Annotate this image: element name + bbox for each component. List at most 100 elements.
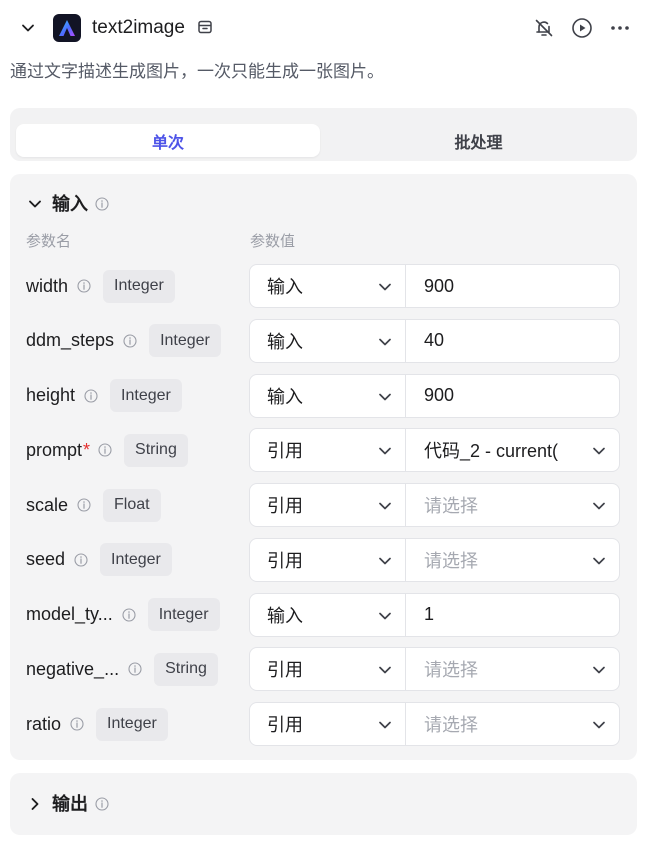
param-name: ratio Integer — [26, 702, 168, 746]
chevron-down-icon — [591, 553, 607, 569]
param-mode-label: 引用 — [267, 441, 303, 462]
store-button[interactable] — [196, 18, 214, 36]
chevron-down-icon — [377, 662, 393, 678]
input-section-toggle[interactable]: 输入 — [26, 192, 109, 216]
chevron-down-icon — [22, 24, 34, 32]
chevron-down-icon — [591, 443, 607, 459]
collapse-button[interactable] — [16, 16, 40, 40]
param-row: scale Float 引用 请选择 — [10, 483, 637, 527]
info-icon[interactable] — [77, 279, 91, 293]
param-row: prompt * String 引用 代码_2 - current( — [10, 428, 637, 473]
info-icon[interactable] — [74, 553, 88, 567]
param-row: width Integer 输入 900 — [10, 264, 637, 308]
param-value: 代码_2 - current( — [424, 441, 559, 462]
chevron-down-icon — [377, 498, 393, 514]
chevron-down-icon — [591, 717, 607, 733]
app-logo-icon — [59, 20, 75, 36]
param-value-input[interactable]: 1 — [406, 592, 620, 637]
param-value: 1 — [424, 604, 435, 624]
param-mode-select[interactable]: 引用 — [249, 428, 406, 473]
chevron-down-icon — [377, 279, 393, 295]
output-section-title: 输出 — [52, 794, 88, 814]
param-value-select[interactable]: 请选择 — [406, 537, 620, 582]
param-row: seed Integer 引用 请选择 — [10, 537, 637, 582]
info-icon[interactable] — [123, 334, 137, 348]
param-name-label: height — [26, 385, 76, 405]
tab-batch[interactable]: 批处理 — [326, 124, 631, 157]
param-placeholder: 请选择 — [424, 550, 478, 571]
param-mode-label: 输入 — [267, 386, 303, 407]
param-value-select[interactable]: 请选择 — [406, 483, 620, 527]
chevron-down-icon — [591, 662, 607, 678]
param-mode-select[interactable]: 引用 — [249, 647, 406, 692]
param-name-label: width — [26, 275, 69, 296]
param-value-select[interactable]: 代码_2 - current( — [406, 428, 620, 473]
param-name-header: 参数名 — [26, 233, 72, 250]
param-name-label: model_ty... — [26, 604, 113, 624]
param-value-input[interactable]: 40 — [406, 318, 620, 363]
more-icon — [611, 26, 629, 30]
param-name-label: ddm_steps — [26, 330, 115, 351]
param-name-label: negative_... — [26, 658, 120, 679]
param-value: 40 — [424, 330, 445, 351]
param-type-badge: Integer — [103, 269, 175, 303]
param-row: ratio Integer 引用 请选择 — [10, 702, 637, 746]
param-mode-select[interactable]: 引用 — [249, 702, 406, 746]
param-mode-select[interactable]: 输入 — [249, 373, 406, 418]
param-placeholder: 请选择 — [424, 496, 478, 516]
param-name-label: scale — [26, 494, 69, 515]
alert-off-button[interactable] — [532, 16, 556, 40]
info-icon[interactable] — [77, 498, 91, 512]
param-name: ddm_steps Integer — [26, 319, 221, 363]
param-mode-select[interactable]: 输入 — [249, 318, 406, 363]
param-value-input[interactable]: 900 — [406, 264, 620, 308]
param-type-badge: String — [154, 652, 218, 686]
chevron-down-icon — [377, 389, 393, 405]
param-value-select[interactable]: 请选择 — [406, 647, 620, 692]
param-name: model_ty... Integer — [26, 593, 220, 637]
chevron-right-icon — [26, 795, 44, 813]
page-title: text2image — [92, 17, 185, 38]
info-icon[interactable] — [128, 662, 142, 676]
chevron-down-icon — [26, 195, 44, 213]
header: text2image — [0, 0, 648, 56]
info-icon[interactable] — [84, 388, 98, 403]
param-value-input[interactable]: 900 — [406, 373, 620, 418]
param-mode-select[interactable]: 输入 — [249, 264, 406, 308]
info-icon[interactable] — [95, 797, 109, 811]
tab-single[interactable]: 单次 — [16, 124, 320, 157]
param-mode-label: 输入 — [267, 277, 303, 297]
info-icon[interactable] — [95, 197, 109, 211]
info-icon[interactable] — [70, 717, 84, 731]
param-name-label: seed — [26, 549, 66, 570]
param-mode-select[interactable]: 引用 — [249, 483, 406, 527]
output-panel: 输出 — [10, 773, 637, 835]
param-mode-select[interactable]: 输入 — [249, 592, 406, 637]
param-name: prompt * String — [26, 428, 188, 472]
param-placeholder: 请选择 — [424, 715, 478, 735]
param-row: model_ty... Integer 输入 1 — [10, 592, 637, 637]
more-button[interactable] — [608, 16, 632, 40]
input-section-title: 输入 — [52, 194, 88, 214]
store-icon — [198, 20, 212, 34]
param-mode-label: 引用 — [267, 660, 303, 681]
alert-off-icon — [535, 19, 553, 37]
info-icon[interactable] — [98, 443, 112, 457]
param-name-label: ratio — [26, 713, 62, 734]
param-placeholder: 请选择 — [424, 660, 478, 681]
output-section-toggle[interactable]: 输出 — [26, 792, 109, 816]
run-button[interactable] — [570, 16, 594, 40]
param-name: height Integer — [26, 374, 182, 418]
param-name: width Integer — [26, 264, 175, 308]
param-mode-select[interactable]: 引用 — [249, 537, 406, 582]
param-row: negative_... String 引用 请选择 — [10, 647, 637, 692]
param-name: negative_... String — [26, 647, 218, 691]
param-value: 900 — [424, 385, 455, 405]
param-value-select[interactable]: 请选择 — [406, 702, 620, 746]
param-name: scale Float — [26, 483, 161, 527]
info-icon[interactable] — [122, 607, 136, 622]
param-type-badge: Integer — [100, 543, 172, 577]
param-value: 900 — [424, 275, 455, 296]
param-type-badge: Float — [103, 488, 161, 522]
param-type-badge: Integer — [147, 598, 220, 631]
